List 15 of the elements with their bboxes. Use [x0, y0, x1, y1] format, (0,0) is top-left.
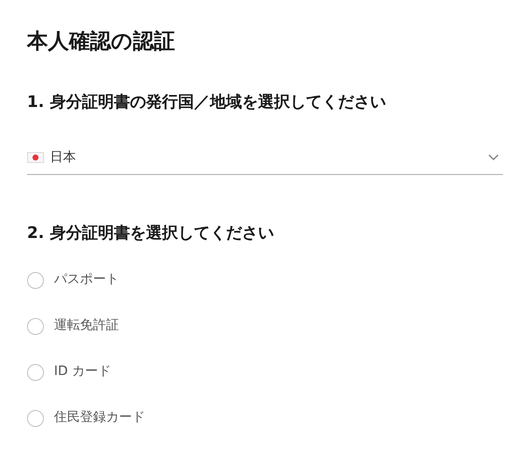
- option-label[interactable]: パスポート: [54, 269, 119, 291]
- radio-button[interactable]: [27, 364, 44, 380]
- option-label[interactable]: 住民登録カード: [54, 407, 145, 429]
- section-heading: 1. 身分証明書の発行国／地域を選択してください: [27, 91, 387, 113]
- section-heading: 2. 身分証明書を選択してください: [27, 222, 275, 244]
- radio-button[interactable]: [27, 272, 44, 288]
- option-label[interactable]: 運転免許証: [54, 315, 119, 337]
- chevron-down-icon: [488, 154, 499, 160]
- country-select[interactable]: 日本: [27, 140, 503, 175]
- flag-icon: [27, 152, 44, 162]
- page-title: 本人確認の認証: [27, 28, 176, 55]
- option-label[interactable]: ID カード: [54, 361, 111, 383]
- radio-button[interactable]: [27, 318, 44, 334]
- radio-button[interactable]: [27, 410, 44, 426]
- country-value: 日本: [50, 149, 77, 166]
